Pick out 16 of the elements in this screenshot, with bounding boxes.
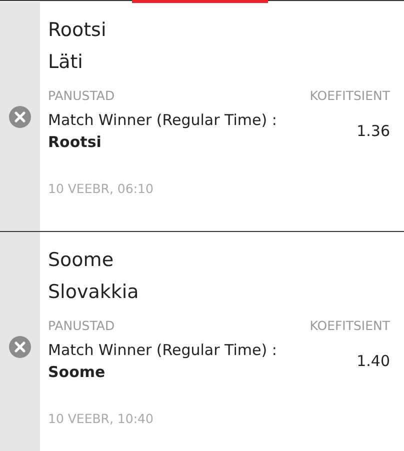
column-label: KOEFITSIENT <box>310 88 390 103</box>
team-name: Soome <box>48 248 115 273</box>
odds-value: 1.40 <box>356 352 390 370</box>
team-name: Rootsi <box>48 18 108 43</box>
team-name: Läti <box>48 50 84 75</box>
selection-text: Match Winner (Regular Time) : Rootsi <box>48 110 278 153</box>
remove-icon[interactable] <box>9 106 31 128</box>
column-label: PANUSTAD <box>48 88 115 103</box>
team-name: Slovakkia <box>48 280 140 305</box>
selection-text: Match Winner (Regular Time) : Soome <box>48 340 278 383</box>
bet-date: 10 VEEBR, 06:10 <box>48 181 154 196</box>
remove-icon[interactable] <box>9 336 31 358</box>
column-label: KOEFITSIENT <box>310 318 390 333</box>
bet-date: 10 VEEBR, 10:40 <box>48 411 154 426</box>
column-label: PANUSTAD <box>48 318 115 333</box>
odds-value: 1.36 <box>356 122 390 140</box>
